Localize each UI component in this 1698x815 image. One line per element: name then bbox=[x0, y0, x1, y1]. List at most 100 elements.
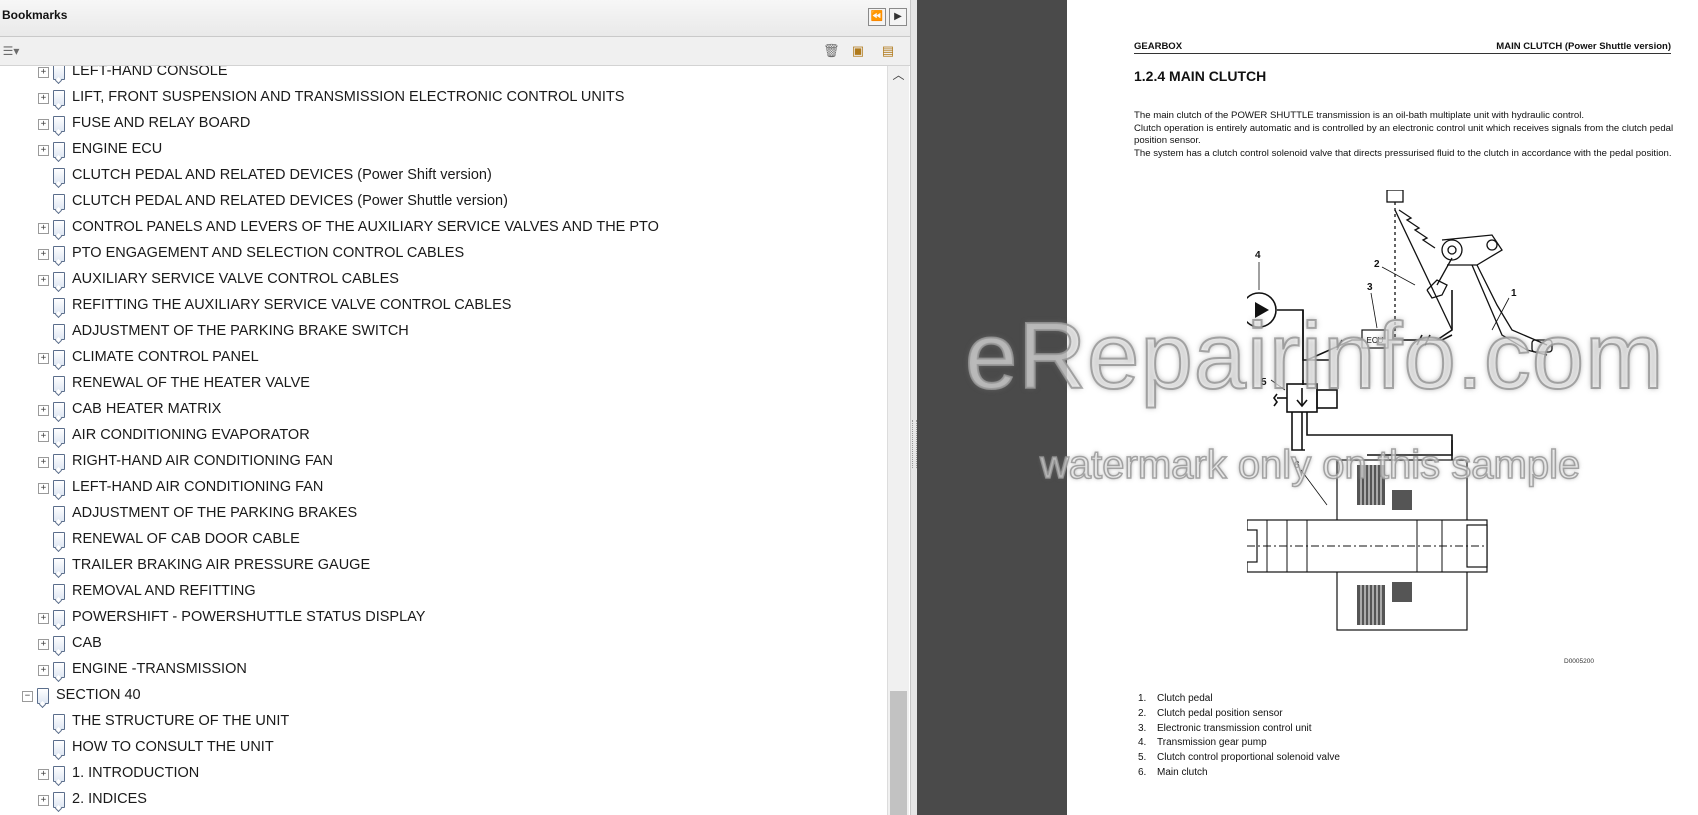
legend-item: 4. Transmission gear pump bbox=[1138, 737, 1267, 749]
bookmark-item[interactable]: THE STRUCTURE OF THE UNIT bbox=[0, 711, 880, 735]
bookmark-icon bbox=[53, 168, 65, 184]
bookmark-icon bbox=[53, 792, 65, 808]
bookmark-label-text: AUXILIARY SERVICE VALVE CONTROL CABLES bbox=[72, 271, 399, 287]
bookmark-item[interactable]: CLUTCH PEDAL AND RELATED DEVICES (Power … bbox=[0, 165, 880, 189]
bookmark-item[interactable]: + LEFT-HAND CONSOLE bbox=[0, 66, 880, 85]
expand-icon[interactable]: + bbox=[38, 431, 49, 442]
bookmark-label-text: CLUTCH PEDAL AND RELATED DEVICES bbox=[72, 193, 354, 209]
bookmark-label: ENGINE -TRANSMISSION bbox=[72, 661, 247, 677]
bookmark-label-text: ENGINE -TRANSMISSION bbox=[72, 661, 247, 677]
bookmark-item[interactable]: + CAB bbox=[0, 633, 880, 657]
bookmark-label: CONTROL PANELS AND LEVERS OF THE AUXILIA… bbox=[72, 219, 659, 235]
bookmark-label-text: PTO ENGAGEMENT AND SELECTION CONTROL CAB… bbox=[72, 245, 465, 261]
bookmark-item[interactable]: REMOVAL AND REFITTING bbox=[0, 581, 880, 605]
bookmark-item[interactable]: TRAILER BRAKING AIR PRESSURE GAUGE bbox=[0, 555, 880, 579]
bookmark-item[interactable]: + POWERSHIFT - POWERSHUTTLE STATUS DISPLA… bbox=[0, 607, 880, 631]
expand-icon[interactable]: + bbox=[38, 67, 49, 78]
watermark-note: watermark only on this sample bbox=[1039, 442, 1581, 488]
bookmark-label: SECTION 40 bbox=[56, 687, 141, 703]
bookmark-item[interactable]: +2. INDICES bbox=[0, 789, 880, 813]
bookmark-icon bbox=[53, 714, 65, 730]
bookmark-label: CAB bbox=[72, 635, 102, 651]
page-header-right: MAIN CLUTCH (Power Shuttle version) bbox=[1496, 41, 1671, 52]
paragraph: Clutch operation is entirely automatic a… bbox=[1134, 122, 1674, 147]
expand-icon[interactable]: + bbox=[38, 665, 49, 676]
bookmark-item[interactable]: + PTO ENGAGEMENT AND SELECTION CONTROL CA… bbox=[0, 243, 880, 267]
bookmark-item[interactable]: + RIGHT-HAND AIR CONDITIONING FAN bbox=[0, 451, 880, 475]
bookmarks-header: Bookmarks ⏪ ▶ bbox=[0, 0, 910, 37]
bookmark-icon bbox=[53, 636, 65, 652]
bookmark-item[interactable]: +1. INTRODUCTION bbox=[0, 763, 880, 787]
bookmark-item[interactable]: + AIR CONDITIONING EVAPORATOR bbox=[0, 425, 880, 449]
bookmark-label-text: TRAILER BRAKING AIR PRESSURE GAUGE bbox=[72, 557, 371, 573]
bookmark-icon bbox=[53, 142, 65, 158]
bookmark-icon bbox=[53, 246, 65, 262]
expand-icon[interactable]: + bbox=[38, 613, 49, 624]
expand-icon[interactable]: + bbox=[38, 483, 49, 494]
bookmark-icon bbox=[53, 194, 65, 210]
expand-icon[interactable]: + bbox=[38, 145, 49, 156]
bookmark-label: TRAILER BRAKING AIR PRESSURE GAUGE bbox=[72, 557, 370, 573]
expand-icon[interactable]: + bbox=[38, 93, 49, 104]
scroll-up-icon[interactable]: ︿ bbox=[892, 68, 905, 82]
legend-item: 3. Electronic transmission control unit bbox=[1138, 722, 1312, 734]
expand-icon[interactable]: + bbox=[38, 353, 49, 364]
bookmark-label-text: LIFT, FRONT SUSPENSION AND TRANSMISSION … bbox=[72, 89, 625, 105]
expand-icon[interactable]: + bbox=[38, 275, 49, 286]
expand-icon[interactable]: + bbox=[38, 405, 49, 416]
bookmark-item[interactable]: RENEWAL OF THE HEATER VALVE bbox=[0, 373, 880, 397]
bookmark-item[interactable]: + ENGINE -TRANSMISSION bbox=[0, 659, 880, 683]
expand-icon[interactable]: + bbox=[38, 457, 49, 468]
expand-icon[interactable]: + bbox=[38, 639, 49, 650]
legend-item: 1. Clutch pedal bbox=[1138, 693, 1213, 704]
expand-icon[interactable]: + bbox=[38, 223, 49, 234]
bookmark-item[interactable]: + CONTROL PANELS AND LEVERS OF THE AUXILI… bbox=[0, 217, 880, 241]
expand-icon[interactable]: + bbox=[38, 119, 49, 130]
bookmark-label-text: CAB bbox=[72, 635, 102, 651]
bookmark-item[interactable]: CLUTCH PEDAL AND RELATED DEVICES (Power … bbox=[0, 191, 880, 215]
options-menu-icon[interactable]: ☰▾ bbox=[0, 43, 22, 59]
bookmark-item[interactable]: + LEFT-HAND AIR CONDITIONING FAN bbox=[0, 477, 880, 501]
bookmark-item[interactable]: − SECTION 40 bbox=[0, 685, 880, 709]
bookmark-label: ADJUSTMENT OF THE PARKING BRAKES bbox=[72, 505, 357, 521]
bookmark-label: RIGHT-HAND AIR CONDITIONING FAN bbox=[72, 453, 333, 469]
bookmark-label: AUXILIARY SERVICE VALVE CONTROL CABLES bbox=[72, 271, 399, 287]
play-right-icon: ▶ bbox=[894, 11, 902, 22]
scroll-thumb[interactable] bbox=[890, 691, 907, 815]
bookmark-icon bbox=[53, 298, 65, 314]
bookmark-label-text: SECTION 40 bbox=[56, 687, 141, 703]
collapse-panel-button[interactable]: ⏪ bbox=[868, 8, 886, 26]
legend-item: 6. Main clutch bbox=[1138, 766, 1208, 778]
bookmark-item[interactable]: HOW TO CONSULT THE UNIT bbox=[0, 737, 880, 761]
expand-icon[interactable]: + bbox=[38, 249, 49, 260]
trash-icon[interactable]: 🗑 bbox=[823, 43, 840, 59]
expand-icon[interactable]: + bbox=[38, 795, 49, 806]
figure-legend: 1. Clutch pedal 2. Clutch pedal position s… bbox=[1138, 692, 1340, 781]
expand-bookmark-icon[interactable]: ▤ bbox=[880, 43, 896, 59]
expand-icon[interactable]: + bbox=[38, 769, 49, 780]
bookmark-item[interactable]: ADJUSTMENT OF THE PARKING BRAKE SWITCH bbox=[0, 321, 880, 345]
figure-code: D0005200 bbox=[1564, 658, 1594, 665]
bookmark-item[interactable]: ADJUSTMENT OF THE PARKING BRAKES bbox=[0, 503, 880, 527]
bookmark-icon bbox=[53, 324, 65, 340]
collapse-icon[interactable]: − bbox=[22, 691, 33, 702]
bookmark-icon bbox=[53, 116, 65, 132]
next-button[interactable]: ▶ bbox=[889, 8, 907, 26]
bookmark-item[interactable]: + CLIMATE CONTROL PANEL bbox=[0, 347, 880, 371]
bookmark-item[interactable]: + ENGINE ECU bbox=[0, 139, 880, 163]
legend-item: 5. Clutch control proportional solenoid v… bbox=[1138, 752, 1340, 764]
bookmark-item[interactable]: + LIFT, FRONT SUSPENSION AND TRANSMISSION… bbox=[0, 87, 880, 111]
bookmark-label-text: ENGINE ECU bbox=[72, 141, 163, 157]
bookmark-label-text: FUSE AND RELAY BOARD bbox=[72, 115, 251, 131]
bookmark-item[interactable]: RENEWAL OF CAB DOOR CABLE bbox=[0, 529, 880, 553]
bookmark-item[interactable]: REFITTING THE AUXILIARY SERVICE VALVE CO… bbox=[0, 295, 880, 319]
new-bookmark-icon[interactable]: ▣ bbox=[850, 43, 866, 59]
bookmark-icon bbox=[53, 506, 65, 522]
bookmark-item[interactable]: + CAB HEATER MATRIX bbox=[0, 399, 880, 423]
bookmark-item[interactable]: + FUSE AND RELAY BOARD bbox=[0, 113, 880, 137]
bookmark-label-text: CLIMATE CONTROL PANEL bbox=[72, 349, 259, 365]
bookmarks-scrollbar[interactable]: ︿ bbox=[887, 66, 909, 815]
bookmark-item[interactable]: + AUXILIARY SERVICE VALVE CONTROL CABLES bbox=[0, 269, 880, 293]
bookmark-icon bbox=[53, 584, 65, 600]
header-rule bbox=[1134, 53, 1671, 54]
